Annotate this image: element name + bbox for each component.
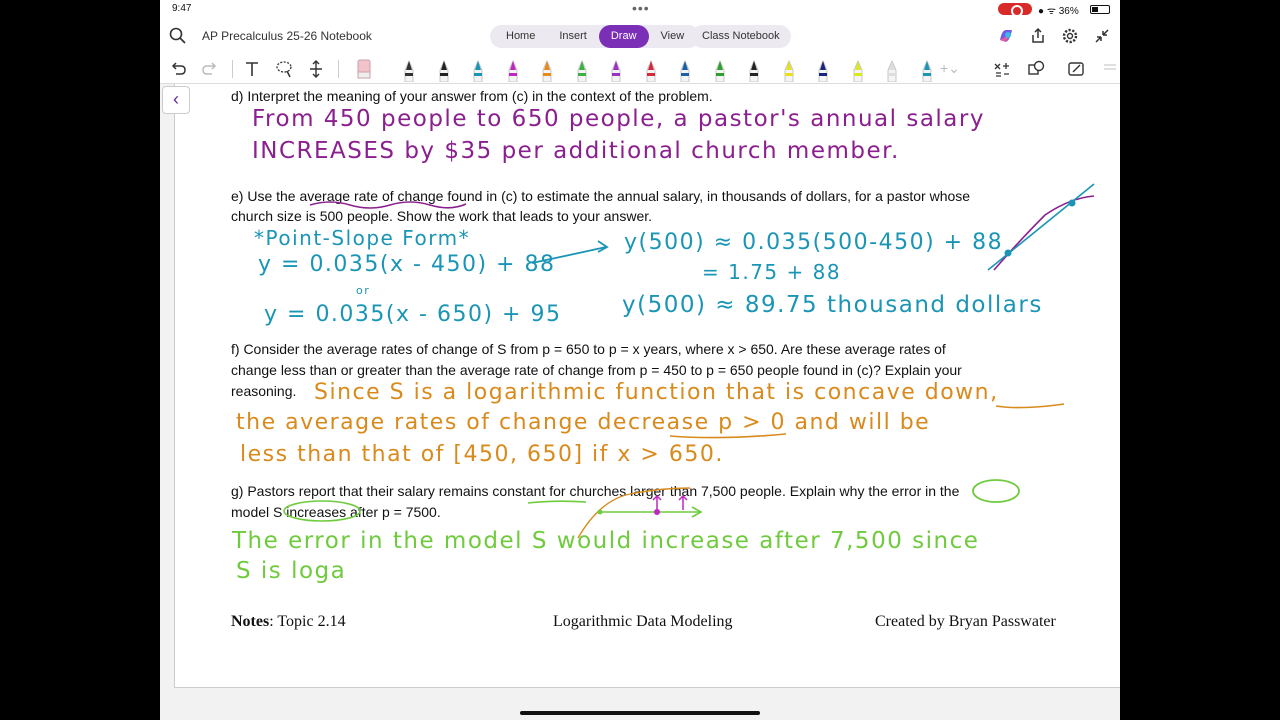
notebook-title[interactable]: AP Precalculus 25-26 Notebook <box>202 29 372 43</box>
answer-g-line2: S is loga <box>236 558 347 584</box>
pen-2[interactable] <box>437 58 451 82</box>
pen-5[interactable] <box>540 58 554 82</box>
ipad-screen: 9:47 ••• ● ᯤ 36% AP Precalculus 25-26 No… <box>160 0 1120 720</box>
question-f-line1: f) Consider the average rates of change … <box>231 341 946 357</box>
more-icon[interactable] <box>1100 58 1120 80</box>
answer-d-line2: INCREASES by $35 per additional church m… <box>252 138 900 164</box>
pen-6[interactable] <box>575 58 589 82</box>
battery-icon <box>1090 5 1110 14</box>
pen-13[interactable] <box>816 58 830 82</box>
answer-f-line3: less than that of [450, 650] if x > 650. <box>240 442 724 467</box>
answer-e-result: y(500) ≈ 89.75 thousand dollars <box>622 292 1043 318</box>
answer-g-line1: The error in the model S would increase … <box>232 528 980 554</box>
insert-space-icon[interactable] <box>306 58 326 80</box>
pen-1[interactable] <box>402 58 416 82</box>
answer-d-line1: From 450 people to 650 people, a pastor'… <box>252 106 985 132</box>
redo-icon[interactable] <box>200 58 220 80</box>
question-f-line2: change less than or greater than the ave… <box>231 362 962 378</box>
settings-gear-icon[interactable] <box>1060 26 1080 46</box>
shapes-icon[interactable] <box>1026 58 1046 80</box>
undo-icon[interactable] <box>168 58 188 80</box>
lasso-select-icon[interactable] <box>274 58 294 80</box>
question-e-line2: church size is 500 people. Show the work… <box>231 208 653 224</box>
question-f-line3: reasoning. <box>231 383 297 399</box>
pen-7[interactable] <box>609 58 623 82</box>
tab-view[interactable]: View <box>649 25 697 48</box>
ink-to-text-icon[interactable] <box>1066 58 1086 80</box>
tab-draw[interactable]: Draw <box>598 25 649 48</box>
answer-e-eq2: y = 0.035(x - 650) + 95 <box>264 302 562 327</box>
pen-16[interactable] <box>920 58 934 82</box>
pen-15[interactable] <box>885 58 899 82</box>
collapse-icon[interactable] <box>1092 26 1112 46</box>
tab-insert[interactable]: Insert <box>547 25 599 48</box>
question-d: d) Interpret the meaning of your answer … <box>231 88 713 104</box>
add-pen-icon[interactable]: +⌄ <box>940 60 960 77</box>
share-icon[interactable] <box>1028 26 1048 46</box>
answer-e-eq1: y = 0.035(x - 450) + 88 <box>258 252 556 277</box>
battery-label: ● ᯤ 36% <box>1038 6 1079 17</box>
answer-e-step: = 1.75 + 88 <box>702 260 842 284</box>
screen-record-icon[interactable] <box>998 3 1032 17</box>
answer-f-line1: Since S is a logarithmic function that i… <box>314 380 999 405</box>
answer-e-substitution: y(500) ≈ 0.035(500-450) + 88 <box>624 230 1004 255</box>
ink-to-math-icon[interactable] <box>992 58 1012 80</box>
search-icon[interactable] <box>168 26 188 46</box>
tab-class-notebook[interactable]: Class Notebook <box>691 25 791 48</box>
pen-11[interactable] <box>747 58 761 82</box>
footer-author: Created by Bryan Passwater <box>875 613 1056 630</box>
status-time: 9:47 <box>172 3 192 14</box>
answer-e-form: *Point-Slope Form* <box>254 226 471 250</box>
question-g-line2: model S increases after p = 7500. <box>231 504 441 520</box>
footer-title: Logarithmic Data Modeling <box>553 613 733 630</box>
home-indicator[interactable] <box>520 711 760 715</box>
copilot-icon[interactable] <box>996 26 1016 46</box>
pen-4[interactable] <box>506 58 520 82</box>
eraser-icon[interactable] <box>354 58 374 80</box>
text-mode-icon[interactable] <box>242 58 262 80</box>
title-bar: AP Precalculus 25-26 Notebook Home Inser… <box>160 18 1120 54</box>
back-chevron-icon[interactable]: ‹ <box>162 86 190 114</box>
pen-12[interactable] <box>782 58 796 82</box>
draw-toolbar: +⌄ <box>160 54 1120 84</box>
question-g-line1: g) Pastors report that their salary rema… <box>231 483 960 499</box>
answer-f-line2: the average rates of change decrease p >… <box>236 410 931 435</box>
question-e-line1: e) Use the average rate of change found … <box>231 188 971 204</box>
pen-3[interactable] <box>471 58 485 82</box>
answer-e-or: or <box>356 284 371 297</box>
footer-notes: Notes: Topic 2.14 <box>231 613 346 630</box>
pen-9[interactable] <box>678 58 692 82</box>
pen-10[interactable] <box>713 58 727 82</box>
ribbon-tabs: Home Insert Draw View <box>490 25 701 48</box>
multitask-dots[interactable]: ••• <box>632 0 650 16</box>
pen-14[interactable] <box>851 58 865 82</box>
tab-home[interactable]: Home <box>494 25 547 48</box>
pen-8[interactable] <box>644 58 658 82</box>
status-bar: 9:47 ••• ● ᯤ 36% <box>160 0 1120 18</box>
